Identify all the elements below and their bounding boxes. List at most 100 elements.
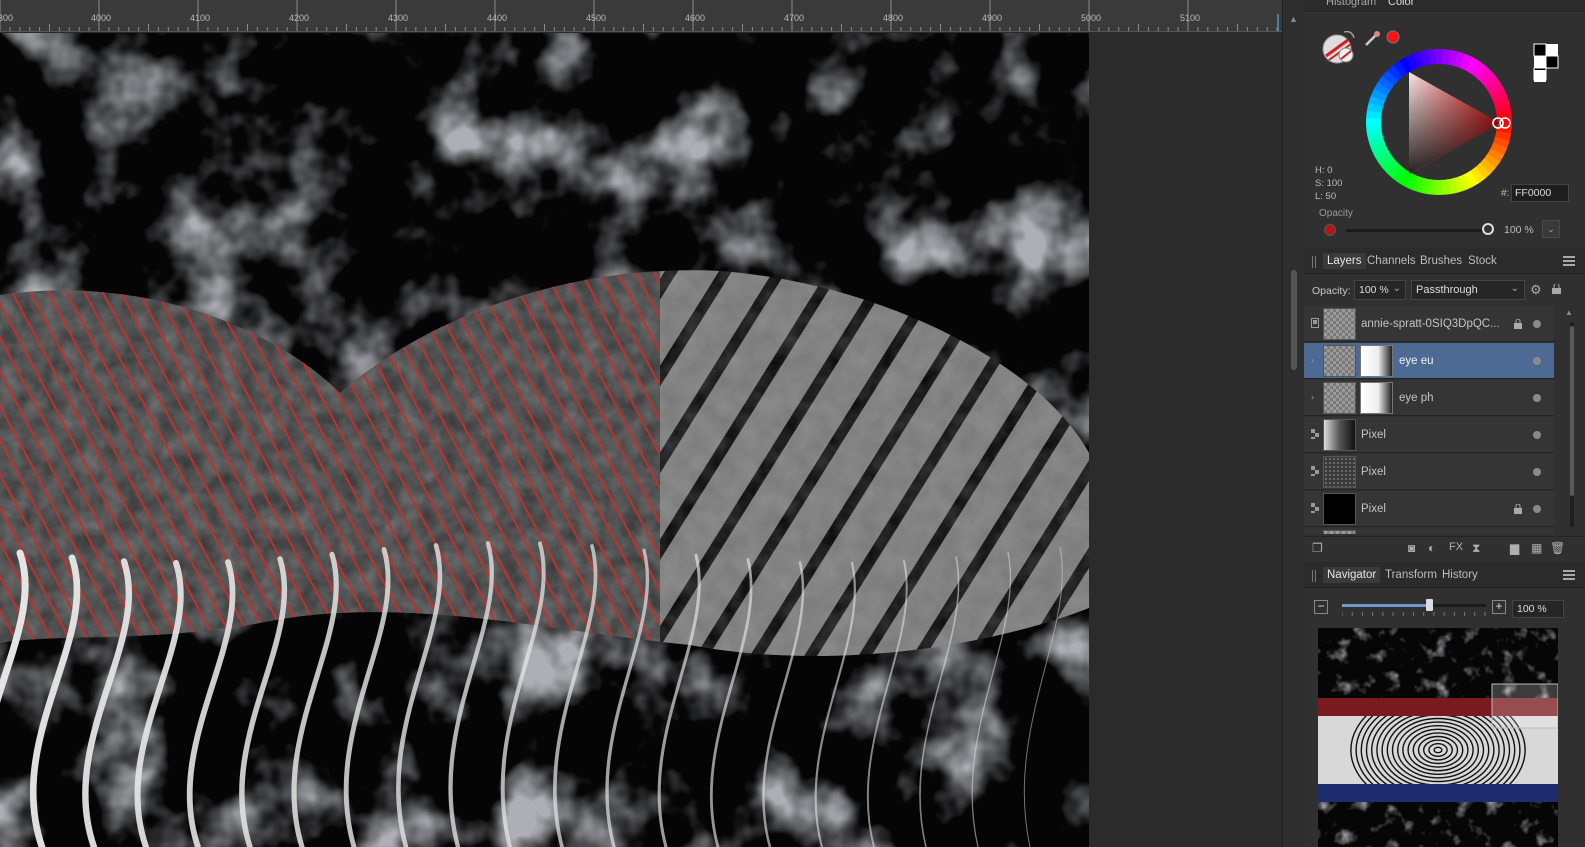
zoom-slider-knob[interactable] <box>1426 599 1433 611</box>
zoom-slider-fill <box>1342 604 1430 607</box>
visibility-toggle[interactable] <box>1533 505 1541 513</box>
trash-icon[interactable]: 🗑 <box>1550 541 1565 555</box>
color-opacity-slider-knob[interactable] <box>1482 223 1494 235</box>
chevron-down-icon[interactable]: ⌄ <box>1542 220 1560 238</box>
visibility-toggle[interactable] <box>1533 357 1541 365</box>
layer-opacity-value: 100 % <box>1359 284 1389 296</box>
color-panel: Histogram Color H: 0 S: 100 L: 50 #: FF0… <box>1304 0 1585 250</box>
layers-scroll-thumb[interactable] <box>1570 326 1574 496</box>
swap-arrow-icon[interactable] <box>1343 31 1355 39</box>
current-color-swatch[interactable] <box>1386 30 1400 44</box>
layer-row[interactable]: Pixel <box>1304 417 1554 453</box>
chevron-right-icon[interactable]: › <box>1311 392 1314 402</box>
ruler-label: 4500 <box>586 13 607 23</box>
ruler-label: 300 <box>0 13 14 23</box>
canvas-vertical-scrollbar[interactable]: ▲ <box>1282 0 1304 847</box>
layer-row[interactable]: › eye ph <box>1304 380 1554 416</box>
live-filter-icon[interactable]: ⧗ <box>1472 541 1480 556</box>
tab-channels[interactable]: Channels <box>1363 253 1420 269</box>
color-opacity-value[interactable]: 100 % <box>1502 223 1546 239</box>
adjustment-icon[interactable]: ◐ <box>1428 541 1435 555</box>
scroll-up-icon[interactable]: ▲ <box>1565 308 1573 317</box>
chevron-down-icon[interactable]: ⌄ <box>1393 283 1401 294</box>
ruler-label: 4300 <box>388 13 409 23</box>
layer-thumbnail <box>1323 493 1356 525</box>
visibility-toggle[interactable] <box>1533 320 1541 328</box>
eyedropper-icon[interactable] <box>1365 31 1380 46</box>
visibility-toggle[interactable] <box>1533 431 1541 439</box>
blend-mode-select[interactable]: Passthrough ⌄ <box>1411 280 1525 300</box>
ruler-label: 4600 <box>685 13 706 23</box>
layers-footer-toolbar: ❐ ◙ ◐ FX ⧗ ▆ ▦ 🗑 <box>1304 536 1585 560</box>
layers-panel: Layers Channels Brushes Stock Opacity: 1… <box>1304 248 1585 560</box>
tab-brushes[interactable]: Brushes <box>1416 253 1466 269</box>
zoom-in-button[interactable]: + <box>1492 600 1506 614</box>
layer-row[interactable]: Pixel <box>1304 454 1554 490</box>
panel-menu-icon[interactable] <box>1563 570 1575 580</box>
ruler-label: 4900 <box>982 13 1003 23</box>
visibility-toggle[interactable] <box>1533 394 1541 402</box>
visibility-toggle[interactable] <box>1533 468 1541 476</box>
tab-color[interactable]: Color <box>1388 0 1414 8</box>
hex-label: #: <box>1501 188 1510 199</box>
zoom-out-button[interactable]: − <box>1314 600 1328 614</box>
layer-row[interactable] <box>1304 528 1554 534</box>
navigator-view-rect[interactable] <box>1491 683 1558 729</box>
mask-layer-icon[interactable]: ◙ <box>1408 541 1415 555</box>
color-opacity-slider[interactable] <box>1346 229 1488 232</box>
horizontal-ruler[interactable]: 300 4000 4100 4200 4300 4400 4500 4600 4… <box>0 0 1282 32</box>
chevron-down-icon[interactable]: ⌄ <box>1511 283 1519 294</box>
affinity-photo-window: 300 4000 4100 4200 4300 4400 4500 4600 4… <box>0 0 1585 847</box>
ruler-label: 4400 <box>487 13 508 23</box>
layers-scrollbar[interactable]: ▲ <box>1556 306 1585 534</box>
ruler-label: 4200 <box>289 13 310 23</box>
layer-thumbnail <box>1323 419 1356 451</box>
lock-icon[interactable] <box>1552 284 1561 294</box>
layer-opacity-label: Opacity: <box>1312 285 1351 297</box>
tab-transform[interactable]: Transform <box>1381 567 1441 583</box>
right-panel-stack: Histogram Color H: 0 S: 100 L: 50 #: FF0… <box>1304 0 1585 847</box>
layer-stack-icon[interactable]: ❐ <box>1312 541 1323 555</box>
tab-navigator[interactable]: Navigator <box>1323 567 1381 583</box>
folder-icon[interactable]: ▆ <box>1510 541 1519 555</box>
pixel-layer-icon <box>1311 466 1319 476</box>
lock-icon[interactable] <box>1514 319 1522 329</box>
layer-row[interactable]: Pixel <box>1304 491 1554 527</box>
gear-icon[interactable]: ⚙ <box>1530 282 1542 298</box>
ruler-label: 4100 <box>190 13 211 23</box>
ruler-label: 5000 <box>1081 13 1102 23</box>
panel-menu-icon[interactable] <box>1563 256 1575 266</box>
layer-mask-thumbnail[interactable] <box>1360 345 1393 377</box>
bw-swatch-icon[interactable] <box>1533 43 1559 82</box>
color-opacity-label: Opacity <box>1319 208 1353 219</box>
layer-opacity-field[interactable]: 100 % ⌄ <box>1354 280 1406 300</box>
navigator-panel: Navigator Transform History − + 100 % <box>1304 562 1585 847</box>
layer-mask-thumbnail[interactable] <box>1360 382 1393 414</box>
layer-row[interactable]: › eye eu <box>1304 343 1554 379</box>
document-canvas[interactable] <box>0 33 1282 847</box>
layer-group-icon[interactable] <box>1311 318 1319 328</box>
fill-stroke-swatch-icon[interactable] <box>1322 34 1354 64</box>
navigator-preview[interactable] <box>1318 628 1558 847</box>
lightness-readout: L: 50 <box>1315 191 1337 202</box>
tab-history[interactable]: History <box>1438 567 1482 583</box>
scrollbar-thumb[interactable] <box>1291 270 1297 370</box>
tab-stock[interactable]: Stock <box>1464 253 1501 269</box>
blend-mode-value: Passthrough <box>1416 284 1478 296</box>
tab-layers[interactable]: Layers <box>1323 253 1366 269</box>
artwork-drawing <box>0 33 1089 847</box>
lock-icon[interactable] <box>1514 504 1522 514</box>
chevron-right-icon[interactable]: › <box>1311 355 1314 365</box>
panel-grip-icon[interactable] <box>1312 570 1316 582</box>
tab-histogram[interactable]: Histogram <box>1326 0 1376 8</box>
zoom-value-field[interactable]: 100 % <box>1512 600 1564 618</box>
hex-input[interactable]: FF0000 <box>1511 184 1569 202</box>
layer-row[interactable]: annie-spratt-0SIQ3DpQC... <box>1304 306 1554 342</box>
panel-grip-icon[interactable] <box>1312 256 1316 268</box>
pixel-layer-icon <box>1311 503 1319 513</box>
ruler-label: 4700 <box>784 13 805 23</box>
artwork-image[interactable] <box>0 33 1089 847</box>
add-pixel-layer-icon[interactable]: ▦ <box>1531 541 1542 555</box>
scroll-up-icon[interactable]: ▲ <box>1289 14 1298 24</box>
fx-icon[interactable]: FX <box>1449 541 1463 553</box>
